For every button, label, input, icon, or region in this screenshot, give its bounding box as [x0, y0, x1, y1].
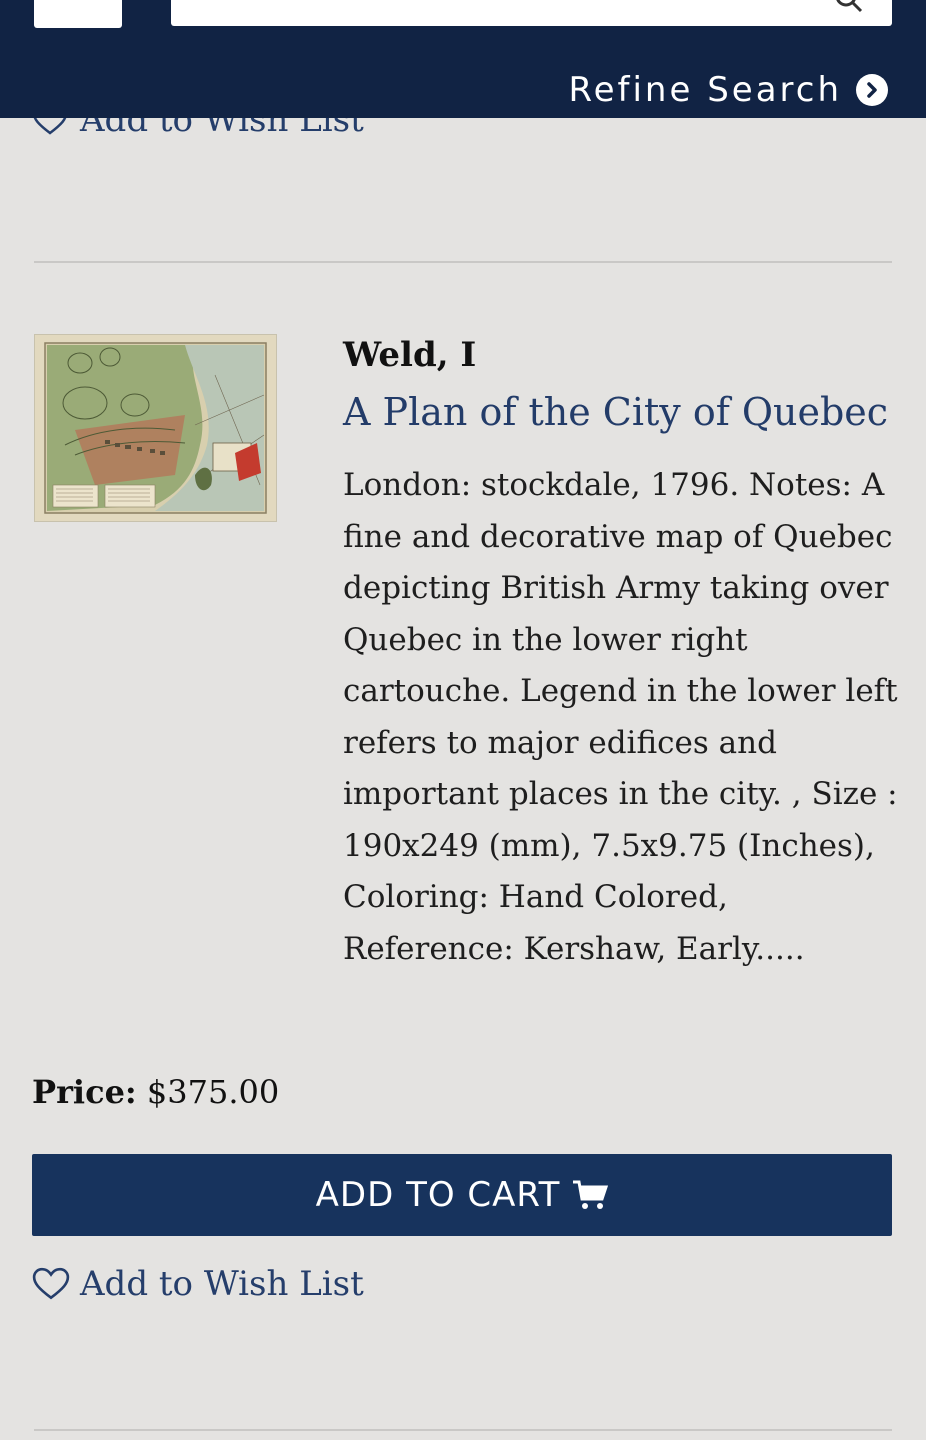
heart-outline-icon	[32, 1267, 70, 1300]
listing-title-link[interactable]: A Plan of the City of Quebec	[343, 390, 888, 434]
refine-search-label: Refine Search	[568, 70, 842, 110]
top-header: Refine Search	[0, 0, 926, 118]
add-to-wishlist-label: Add to Wish List	[80, 1264, 364, 1304]
shopping-cart-icon	[573, 1180, 609, 1209]
divider	[34, 1429, 892, 1431]
add-to-cart-button[interactable]: ADD TO CART	[32, 1154, 892, 1236]
price-label: Price:	[32, 1073, 137, 1111]
listing-description: London: stockdale, 1796. Notes: A fine a…	[343, 467, 898, 967]
divider	[34, 261, 892, 263]
price-value: $375.00	[146, 1073, 280, 1111]
refine-search-button[interactable]: Refine Search	[568, 70, 888, 110]
menu-button[interactable]	[34, 0, 122, 28]
search-icon[interactable]	[834, 0, 864, 18]
search-input[interactable]	[171, 0, 892, 26]
price: Price: $375.00	[32, 1073, 279, 1111]
chevron-circle-right-icon	[856, 74, 888, 106]
add-to-wishlist-link[interactable]: Add to Wish List	[32, 1264, 364, 1304]
add-to-cart-label: ADD TO CART	[315, 1175, 561, 1215]
listing-author: Weld, I	[343, 335, 477, 375]
map-thumbnail[interactable]	[34, 334, 277, 522]
